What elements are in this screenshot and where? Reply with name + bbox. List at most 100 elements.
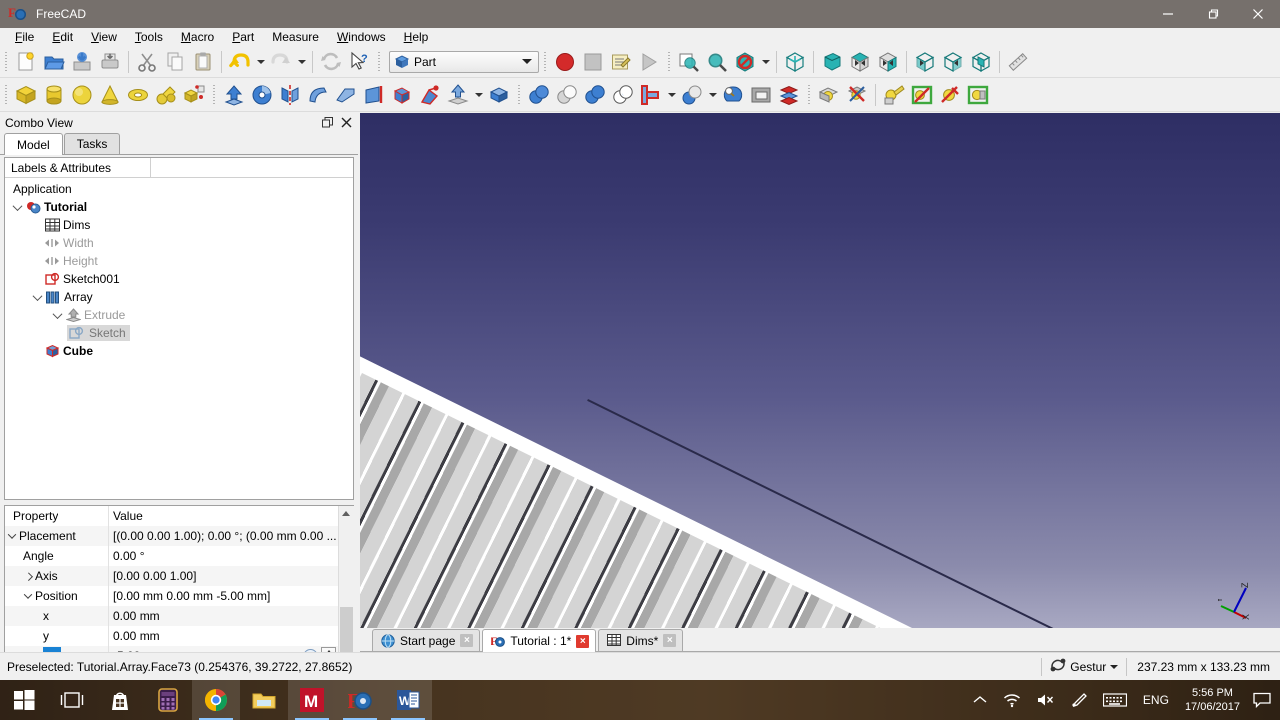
compound-icon[interactable]	[775, 81, 803, 109]
new-document-icon[interactable]	[12, 48, 40, 76]
intersection-icon[interactable]	[609, 81, 637, 109]
tree-item-height[interactable]: Height	[5, 252, 353, 270]
tree-item-extrude[interactable]: Extrude	[5, 306, 353, 324]
scene-inspector-icon[interactable]	[964, 81, 992, 109]
chrome-button[interactable]	[192, 680, 240, 720]
macro-record-icon[interactable]	[551, 48, 579, 76]
mdi-tab-dims[interactable]: Dims* ×	[598, 629, 683, 651]
macro-execute-icon[interactable]	[635, 48, 663, 76]
pen-icon[interactable]	[1063, 680, 1095, 720]
cone-icon[interactable]	[96, 81, 124, 109]
mdi-tab-tutorial[interactable]: F Tutorial : 1* ×	[482, 629, 596, 652]
isometric-view-icon[interactable]	[781, 48, 809, 76]
measure-ruler-icon[interactable]	[1004, 48, 1032, 76]
tree-item-sketch001[interactable]: Sketch001	[5, 270, 353, 288]
property-row-axis[interactable]: Axis [0.00 0.00 1.00]	[5, 566, 338, 586]
wifi-icon[interactable]	[995, 680, 1029, 720]
chevron-down-icon[interactable]	[51, 306, 64, 324]
redo-dropdown-arrow[interactable]	[295, 48, 308, 76]
tree-item-width[interactable]: Width	[5, 234, 353, 252]
sphere-icon[interactable]	[68, 81, 96, 109]
cut-icon[interactable]	[133, 48, 161, 76]
menu-measure[interactable]: Measure	[263, 29, 328, 46]
fit-all-icon[interactable]	[675, 48, 703, 76]
toolbar-grip[interactable]	[542, 51, 549, 73]
menu-windows[interactable]: Windows	[328, 29, 395, 46]
bottom-view-icon[interactable]	[939, 48, 967, 76]
property-row-x[interactable]: x 0.00 mm	[5, 606, 338, 626]
word-button[interactable]: W	[384, 680, 432, 720]
close-icon[interactable]	[341, 117, 353, 129]
workbench-selector[interactable]: Part	[389, 51, 539, 73]
create-primitives-icon[interactable]	[152, 81, 180, 109]
random-color-icon[interactable]	[936, 81, 964, 109]
model-tree[interactable]: Labels & Attributes Application Tutorial	[4, 157, 354, 500]
draw-style-icon[interactable]	[731, 48, 759, 76]
sweep-icon[interactable]	[416, 81, 444, 109]
3d-viewport[interactable]: Y X Z	[360, 113, 1280, 628]
toolbar-grip[interactable]	[3, 84, 10, 106]
menu-view[interactable]: View	[82, 29, 126, 46]
language-indicator[interactable]: ENG	[1135, 680, 1177, 720]
chevron-down-icon[interactable]	[11, 198, 24, 216]
splitting-icon[interactable]	[678, 81, 706, 109]
undock-icon[interactable]	[322, 117, 334, 129]
thickness-icon[interactable]	[485, 81, 513, 109]
whats-this-icon[interactable]: ?	[345, 48, 373, 76]
chamfer-icon[interactable]	[332, 81, 360, 109]
splitting-dropdown-arrow[interactable]	[706, 81, 719, 109]
mdi-tab-start-page[interactable]: Start page ×	[372, 629, 480, 651]
cylinder-icon[interactable]	[40, 81, 68, 109]
toolbar-grip[interactable]	[666, 51, 673, 73]
calculator-button[interactable]	[144, 680, 192, 720]
front-view-icon[interactable]	[818, 48, 846, 76]
scroll-up-icon[interactable]	[339, 506, 354, 521]
start-button[interactable]	[0, 680, 48, 720]
join-dropdown-arrow[interactable]	[665, 81, 678, 109]
mendeley-button[interactable]: M	[288, 680, 336, 720]
toolbar-grip[interactable]	[516, 84, 523, 106]
section-icon[interactable]	[444, 81, 472, 109]
tree-item-tutorial[interactable]: Tutorial	[5, 198, 353, 216]
join-connect-icon[interactable]	[637, 81, 665, 109]
box-icon[interactable]	[12, 81, 40, 109]
left-view-icon[interactable]	[967, 48, 995, 76]
loft-icon[interactable]	[388, 81, 416, 109]
close-button[interactable]	[1235, 0, 1280, 28]
menu-help[interactable]: Help	[395, 29, 438, 46]
chevron-down-icon[interactable]	[5, 533, 19, 539]
copy-icon[interactable]	[161, 48, 189, 76]
save-document-icon[interactable]	[68, 48, 96, 76]
offset-dropdown-arrow[interactable]	[472, 81, 485, 109]
array-solid-model[interactable]	[360, 318, 1280, 628]
fit-selection-icon[interactable]	[703, 48, 731, 76]
freecad-button[interactable]: F	[336, 680, 384, 720]
show-hidden-icons-button[interactable]	[965, 680, 995, 720]
speaker-muted-icon[interactable]	[1029, 680, 1063, 720]
extrude-icon[interactable]	[220, 81, 248, 109]
top-view-icon[interactable]	[846, 48, 874, 76]
property-row-position[interactable]: Position [0.00 mm 0.00 mm -5.00 mm]	[5, 586, 338, 606]
file-explorer-button[interactable]	[240, 680, 288, 720]
print-document-icon[interactable]	[96, 48, 124, 76]
chevron-right-icon[interactable]	[21, 573, 35, 579]
notification-icon[interactable]	[1248, 680, 1276, 720]
tree-item-dims[interactable]: Dims	[5, 216, 353, 234]
toolbar-grip[interactable]	[211, 84, 218, 106]
union-icon[interactable]	[581, 81, 609, 109]
navigation-style-selector[interactable]: Gestur	[1042, 657, 1126, 676]
toolbar-grip[interactable]	[376, 51, 383, 73]
restore-button[interactable]	[1190, 0, 1235, 28]
appearance-icon[interactable]	[908, 81, 936, 109]
minimize-button[interactable]	[1145, 0, 1190, 28]
close-icon[interactable]: ×	[663, 634, 676, 647]
close-icon[interactable]: ×	[460, 634, 473, 647]
draw-style-dropdown-arrow[interactable]	[759, 48, 772, 76]
shape-builder-icon[interactable]	[180, 81, 208, 109]
tab-model[interactable]: Model	[4, 133, 63, 155]
microsoft-store-button[interactable]	[96, 680, 144, 720]
menu-macro[interactable]: Macro	[172, 29, 223, 46]
paste-icon[interactable]	[189, 48, 217, 76]
property-row-angle[interactable]: Angle 0.00 °	[5, 546, 338, 566]
mirror-icon[interactable]	[276, 81, 304, 109]
